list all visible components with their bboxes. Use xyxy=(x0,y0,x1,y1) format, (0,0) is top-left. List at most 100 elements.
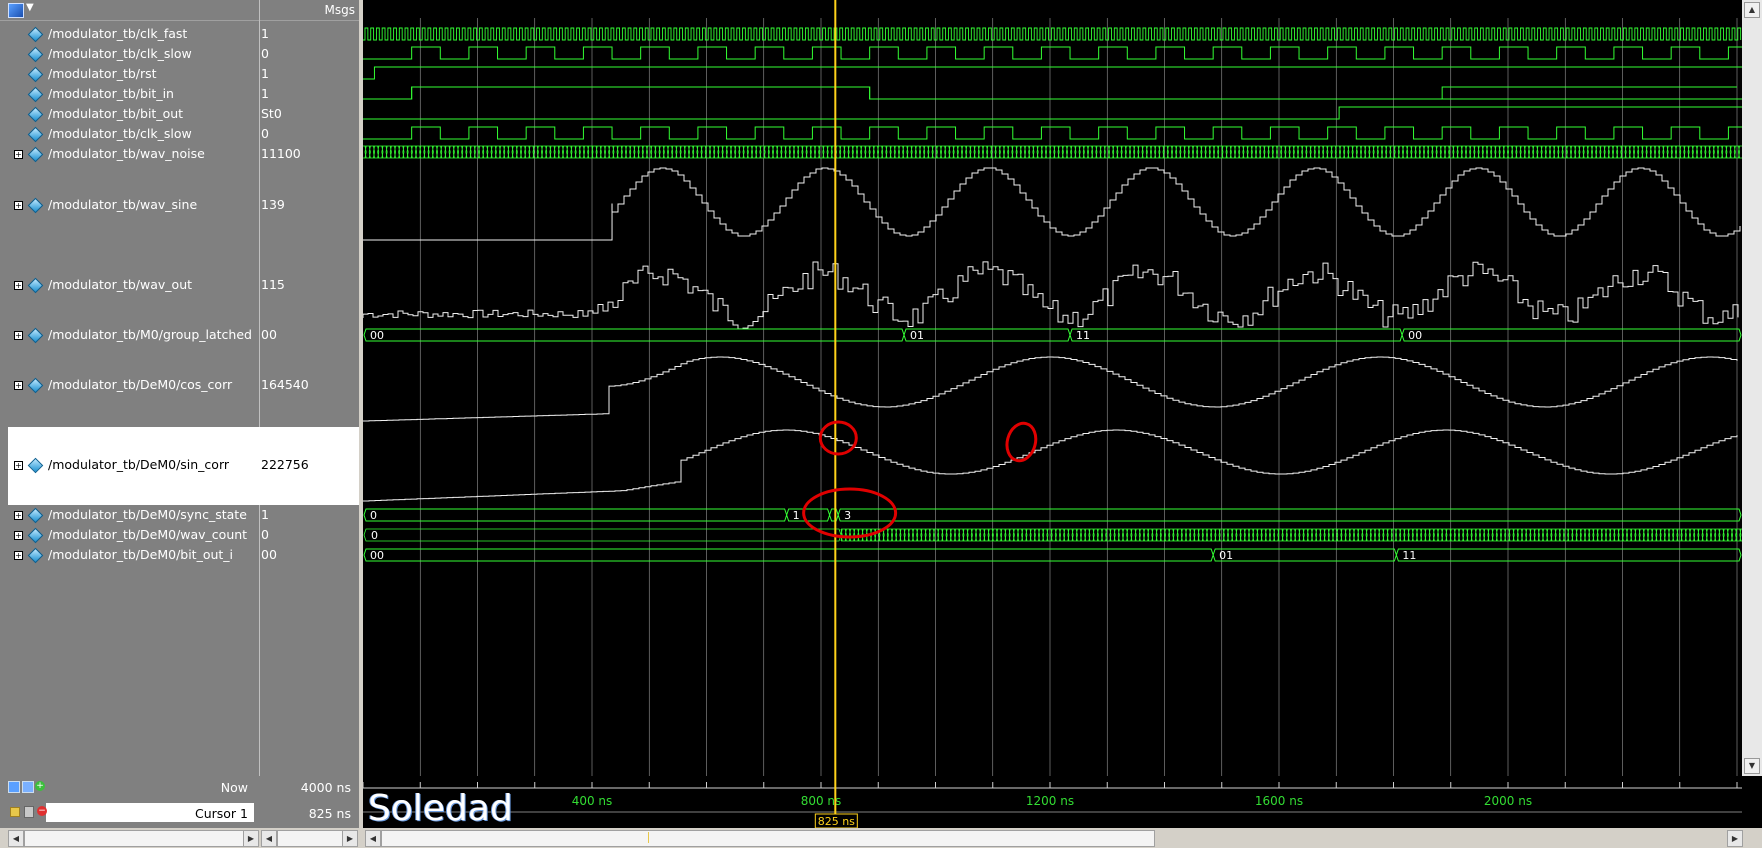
signal-value: 11100 xyxy=(261,146,301,161)
plus-cursor-icon[interactable]: + xyxy=(35,781,45,791)
chevron-down-icon[interactable]: ▼ xyxy=(26,2,34,13)
expand-icon[interactable]: + xyxy=(14,150,23,159)
sync-state-bus-label: 0 xyxy=(370,509,377,522)
signal-value: 222756 xyxy=(261,457,309,472)
ruler-label: 1600 ns xyxy=(1255,794,1303,808)
cursor-row: − Cursor 1 825 ns xyxy=(0,800,359,826)
vertical-scrollbar[interactable]: ▲ ▼ xyxy=(1742,0,1762,776)
signal-name[interactable]: /modulator_tb/DeM0/sin_corr xyxy=(48,457,229,472)
values-header: Msgs xyxy=(260,0,359,21)
wave-header-band xyxy=(363,0,1742,18)
names-hscroll[interactable] xyxy=(24,830,244,847)
ruler-label: 400 ns xyxy=(572,794,613,808)
group-latched-bus-label: 11 xyxy=(1076,329,1090,342)
now-label: Now xyxy=(220,780,248,795)
time-ruler[interactable]: 400 ns 800 ns 1200 ns 1600 ns 2000 ns825 ns xyxy=(363,776,1742,828)
bit-out-i-bus-label: 00 xyxy=(370,549,384,562)
wav-noise-bus xyxy=(363,145,1742,159)
ruler-label: 2000 ns xyxy=(1484,794,1532,808)
values-hscroll[interactable] xyxy=(277,830,343,847)
wave-tool-icon[interactable] xyxy=(8,3,24,18)
expand-icon[interactable]: + xyxy=(14,531,23,540)
wav-out-trace xyxy=(363,261,1739,330)
wave-scroll-left[interactable]: ◀ xyxy=(365,830,381,847)
group-latched-bus-label: 01 xyxy=(910,329,924,342)
names-scroll-left[interactable]: ◀ xyxy=(8,830,24,847)
sync-state-bus-label: 3 xyxy=(844,509,851,522)
signal-value: St0 xyxy=(261,106,282,121)
expand-icon[interactable]: + xyxy=(14,381,23,390)
clk-slow-trace xyxy=(363,46,1742,60)
add-cursor-icon[interactable] xyxy=(8,781,20,793)
group-latched-bus-label: 00 xyxy=(1408,329,1422,342)
signal-name[interactable]: /modulator_tb/M0/group_latched xyxy=(48,327,252,342)
bit-out-i-bus xyxy=(363,548,1742,562)
signal-name[interactable]: /modulator_tb/DeM0/bit_out_i xyxy=(48,547,233,562)
signal-name[interactable]: /modulator_tb/DeM0/sync_state xyxy=(48,507,247,522)
signal-value: 0 xyxy=(261,126,269,141)
signal-name[interactable]: /modulator_tb/DeM0/cos_corr xyxy=(48,377,232,392)
values-scroll-right[interactable]: ▶ xyxy=(342,830,358,847)
lock-icon[interactable] xyxy=(10,807,20,817)
signal-name[interactable]: /modulator_tb/clk_slow xyxy=(48,46,192,61)
sync-state-bus xyxy=(363,508,1742,522)
ruler-label: 1200 ns xyxy=(1026,794,1074,808)
now-row: + Now 4000 ns xyxy=(0,776,359,800)
scroll-down-button[interactable]: ▼ xyxy=(1744,758,1760,774)
signal-value: 00 xyxy=(261,547,277,562)
signal-value: 1 xyxy=(261,507,269,522)
scroll-up-button[interactable]: ▲ xyxy=(1744,2,1760,18)
names-header: ▼ xyxy=(0,0,259,21)
signal-value: 0 xyxy=(261,46,269,61)
wave-scroll-right[interactable]: ▶ xyxy=(1727,830,1743,847)
signal-value: 139 xyxy=(261,197,285,212)
signal-name[interactable]: /modulator_tb/clk_fast xyxy=(48,26,187,41)
cursor-label: Cursor 1 xyxy=(194,806,248,821)
signal-name[interactable]: /modulator_tb/rst xyxy=(48,66,157,81)
edit-cursor-icon[interactable] xyxy=(22,781,34,793)
bit-out-i-bus-label: 11 xyxy=(1402,549,1416,562)
horizontal-scrollbars: ◀ ▶ ◀ ▶ ◀ ▶ xyxy=(0,828,1762,848)
group-latched-bus xyxy=(363,328,1742,342)
msgs-header-label: Msgs xyxy=(324,3,355,17)
signal-value: 1 xyxy=(261,66,269,81)
names-scroll-right[interactable]: ▶ xyxy=(243,830,259,847)
wav-count-bus-label: 0 xyxy=(371,529,378,542)
signal-value: 115 xyxy=(261,277,285,292)
wave-window[interactable]: 00 01 11 000 1 3000 01 11 xyxy=(363,0,1742,776)
sync-state-bus-label: 1 xyxy=(793,509,800,522)
signal-name[interactable]: /modulator_tb/wav_sine xyxy=(48,197,197,212)
clk-fast-trace xyxy=(363,27,1742,41)
cursor-scroll-marker xyxy=(648,832,649,843)
signal-name[interactable]: /modulator_tb/wav_noise xyxy=(48,146,205,161)
expand-icon[interactable]: + xyxy=(14,201,23,210)
cursor-value: 825 ns xyxy=(308,806,351,821)
signal-value: 164540 xyxy=(261,377,309,392)
cursor-tag: 825 ns xyxy=(818,815,855,828)
signal-name[interactable]: /modulator_tb/bit_in xyxy=(48,86,174,101)
bit-out-i-bus-label: 01 xyxy=(1219,549,1233,562)
signal-value: 0 xyxy=(261,527,269,542)
signal-name[interactable]: /modulator_tb/wav_out xyxy=(48,277,192,292)
cursor-pen-icon[interactable] xyxy=(24,806,34,818)
group-latched-bus-label: 00 xyxy=(370,329,384,342)
values-scroll-left[interactable]: ◀ xyxy=(261,830,277,847)
wave-hscroll-thumb[interactable] xyxy=(381,830,1155,847)
expand-icon[interactable]: + xyxy=(14,461,23,470)
pane-divider[interactable] xyxy=(259,0,260,848)
expand-icon[interactable]: + xyxy=(14,551,23,560)
now-value: 4000 ns xyxy=(300,780,351,795)
wav-count-bus xyxy=(363,528,1742,542)
signal-value: 00 xyxy=(261,327,277,342)
rst-trace xyxy=(363,66,1742,80)
signal-name[interactable]: /modulator_tb/bit_out xyxy=(48,106,183,121)
signal-value: 1 xyxy=(261,26,269,41)
signal-name[interactable]: /modulator_tb/DeM0/wav_count xyxy=(48,527,247,542)
expand-icon[interactable]: + xyxy=(14,281,23,290)
bit-out-trace xyxy=(363,106,1742,120)
signal-name[interactable]: /modulator_tb/clk_slow xyxy=(48,126,192,141)
expand-icon[interactable]: + xyxy=(14,511,23,520)
expand-icon[interactable]: + xyxy=(14,331,23,340)
signal-value: 1 xyxy=(261,86,269,101)
delete-cursor-icon[interactable]: − xyxy=(37,806,47,816)
